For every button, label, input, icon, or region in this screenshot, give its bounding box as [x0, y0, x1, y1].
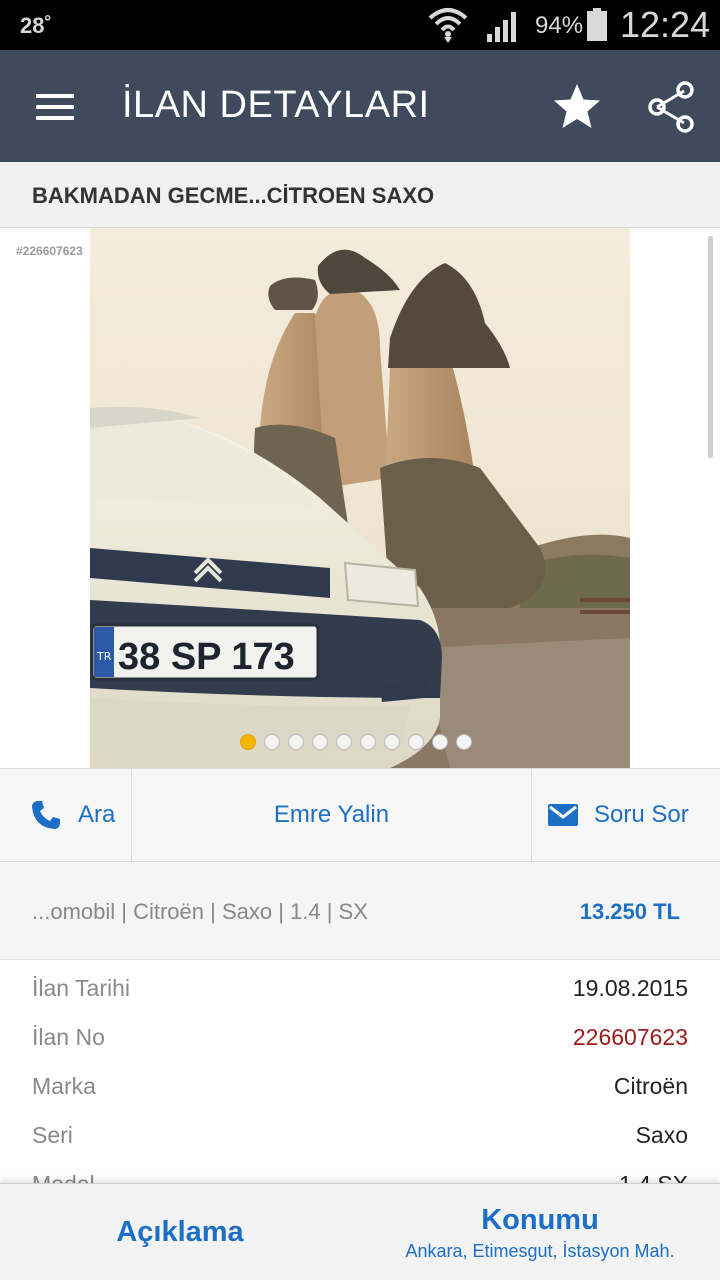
- signal-icon: [486, 10, 522, 47]
- pager-dot[interactable]: [312, 734, 328, 750]
- detail-row-listing-no: İlan No 226607623: [0, 1012, 720, 1061]
- listing-title-bar: BAKMADAN GECME...CİTROEN SAXO: [0, 162, 720, 228]
- pager-dot[interactable]: [264, 734, 280, 750]
- call-button[interactable]: Ara: [0, 769, 131, 861]
- temperature-text: 28˚: [20, 13, 52, 38]
- location-value: Ankara, Etimesgut, İstasyon Mah.: [405, 1241, 675, 1261]
- seller-name: Emre Yalin: [273, 801, 390, 828]
- detail-label: İlan No: [32, 1024, 105, 1050]
- mail-icon: [548, 804, 578, 826]
- detail-value: 226607623: [572, 1024, 688, 1050]
- location-label: Konumu: [481, 1204, 599, 1236]
- detail-label: Model: [32, 1171, 95, 1183]
- star-icon[interactable]: [548, 78, 606, 136]
- detail-label: Marka: [32, 1073, 96, 1099]
- screen: 28˚ 94% 12:24 İLAN DETAYLARI BAKMADAN GE…: [0, 0, 720, 1280]
- scrollbar[interactable]: [708, 236, 713, 458]
- clock: 12:24: [620, 4, 711, 45]
- pager-dot[interactable]: [336, 734, 352, 750]
- ask-question-label: Soru Sor: [594, 801, 689, 828]
- category-price-row: ...omobil | Citroën | Saxo | 1.4 | SX 13…: [0, 862, 720, 960]
- menu-icon[interactable]: [26, 80, 86, 132]
- location-tab[interactable]: Konumu Ankara, Etimesgut, İstasyon Mah.: [360, 1184, 720, 1280]
- share-icon[interactable]: [642, 78, 700, 136]
- detail-row-brand: Marka Citroën: [0, 1061, 720, 1110]
- detail-label: Seri: [32, 1122, 73, 1148]
- battery-icon: [586, 8, 608, 47]
- description-tab[interactable]: Açıklama: [0, 1184, 360, 1280]
- app-bar: İLAN DETAYLARI: [0, 50, 720, 162]
- license-plate: 38 SP 173: [118, 636, 295, 678]
- photo-pager[interactable]: [240, 734, 472, 750]
- page-title: İLAN DETAYLARI: [122, 84, 430, 126]
- detail-label: İlan Tarihi: [32, 975, 131, 1001]
- photo-gallery[interactable]: #226607623 TR 38 SP 173: [0, 228, 720, 768]
- pager-dot[interactable]: [432, 734, 448, 750]
- pager-dot-active[interactable]: [240, 734, 256, 750]
- phone-icon: [32, 801, 60, 829]
- details-list[interactable]: İlan Tarihi 19.08.2015 İlan No 226607623…: [0, 961, 720, 1183]
- action-bar: Ara Emre Yalin Soru Sor: [0, 768, 720, 862]
- pager-dot[interactable]: [360, 734, 376, 750]
- pager-dot[interactable]: [288, 734, 304, 750]
- ask-question-button[interactable]: Soru Sor: [532, 769, 720, 861]
- pager-dot[interactable]: [456, 734, 472, 750]
- battery-percent: 94%: [535, 12, 584, 39]
- detail-row-series: Seri Saxo: [0, 1110, 720, 1159]
- detail-value: 1.4 SX: [619, 1171, 688, 1183]
- pager-dot[interactable]: [384, 734, 400, 750]
- pager-dot[interactable]: [408, 734, 424, 750]
- bottom-bar: Açıklama Konumu Ankara, Etimesgut, İstas…: [0, 1183, 720, 1280]
- plate-country: TR: [96, 650, 112, 663]
- listing-photo[interactable]: TR 38 SP 173: [90, 228, 630, 768]
- category-path: ...omobil | Citroën | Saxo | 1.4 | SX: [32, 899, 368, 924]
- detail-value: 19.08.2015: [572, 975, 688, 1001]
- call-label: Ara: [78, 801, 116, 828]
- wifi-icon: [428, 6, 468, 49]
- detail-value: Saxo: [635, 1122, 688, 1148]
- description-label: Açıklama: [116, 1216, 244, 1248]
- seller-name-button[interactable]: Emre Yalin: [132, 769, 531, 861]
- detail-value: Citroën: [613, 1073, 688, 1099]
- detail-row-date: İlan Tarihi 19.08.2015: [0, 963, 720, 1012]
- price: 13.250 TL: [579, 899, 680, 924]
- listing-title: BAKMADAN GECME...CİTROEN SAXO: [32, 183, 435, 208]
- photo-id-watermark: #226607623: [16, 244, 83, 258]
- detail-row-model: Model 1.4 SX: [0, 1159, 720, 1183]
- status-bar: 28˚ 94% 12:24: [0, 0, 720, 50]
